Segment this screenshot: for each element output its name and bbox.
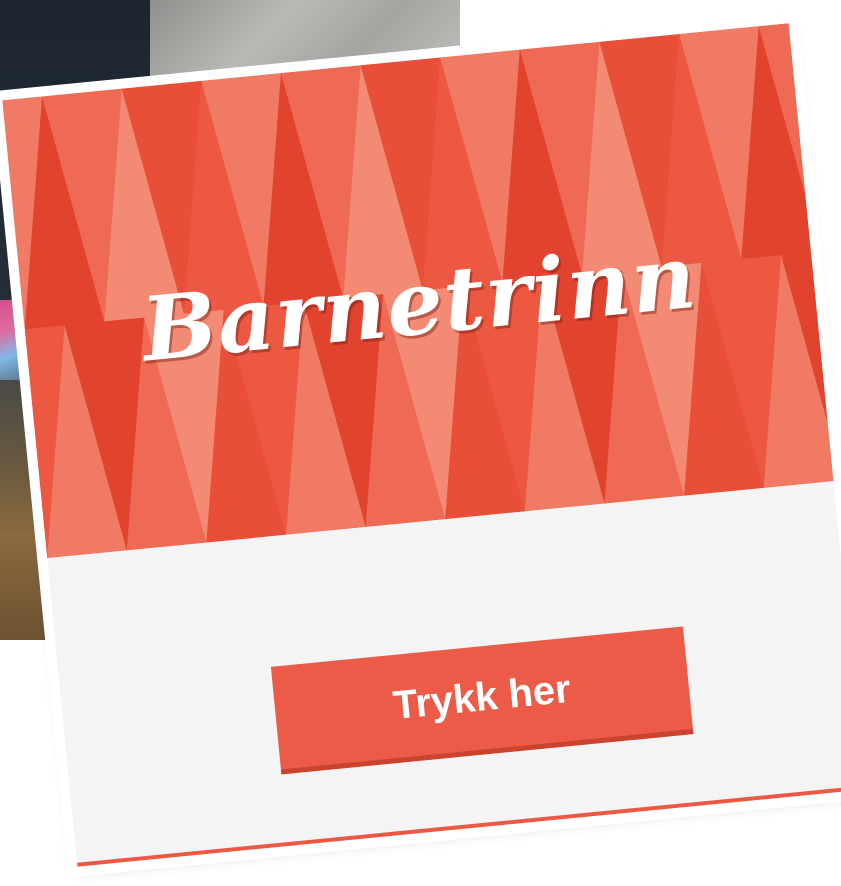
promo-card[interactable]: Barnetrinn Trykk her <box>2 23 841 867</box>
cta-button[interactable]: Trykk her <box>270 626 694 775</box>
card-banner: Barnetrinn <box>2 23 834 559</box>
